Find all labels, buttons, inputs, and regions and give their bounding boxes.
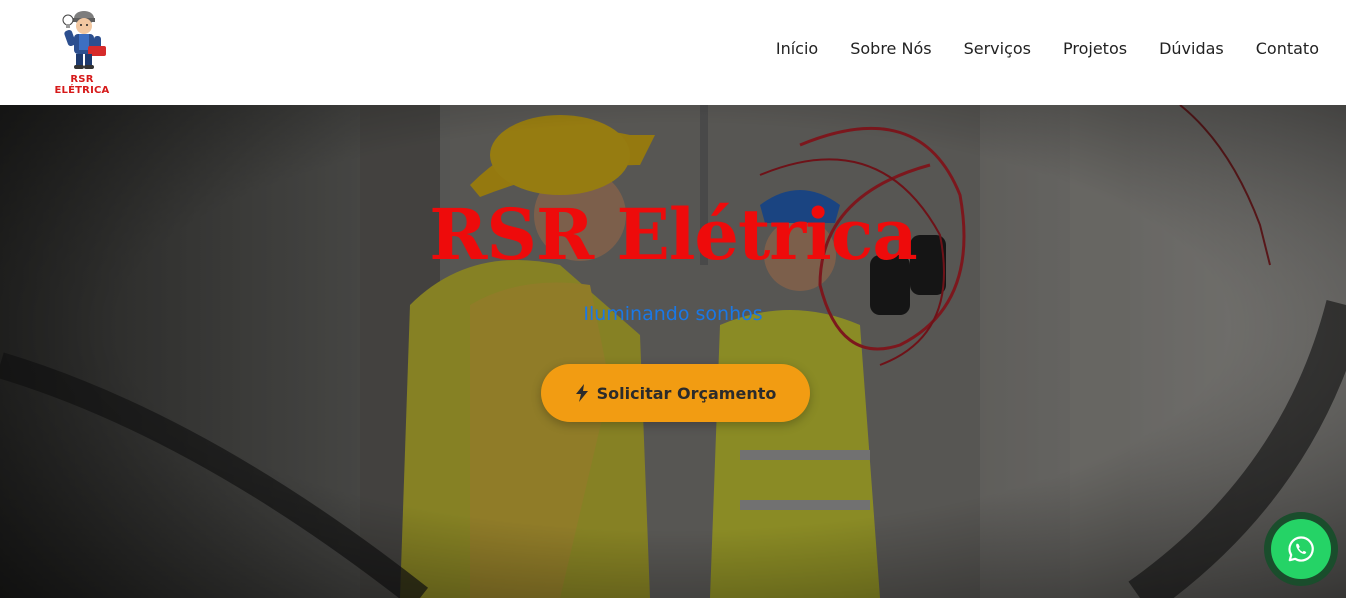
site-header: RSR ELÉTRICA Início Sobre Nós Serviços P… <box>0 0 1346 105</box>
request-quote-label: Solicitar Orçamento <box>596 383 777 403</box>
nav-item-contato[interactable]: Contato <box>1256 39 1319 58</box>
nav-item-duvidas[interactable]: Dúvidas <box>1159 39 1224 58</box>
main-nav: Início Sobre Nós Serviços Projetos Dúvid… <box>776 39 1319 58</box>
request-quote-button[interactable]: Solicitar Orçamento <box>541 364 810 422</box>
hero-subtitle: Iluminando sonhos <box>583 303 763 325</box>
electrician-mascot-icon <box>62 11 106 69</box>
bolt-icon <box>575 384 588 402</box>
logo-text: RSR ELÉTRICA <box>54 74 110 96</box>
nav-item-servicos[interactable]: Serviços <box>964 39 1031 58</box>
nav-item-projetos[interactable]: Projetos <box>1063 39 1127 58</box>
hero-dark-overlay <box>0 105 1346 598</box>
whatsapp-icon <box>1288 536 1314 562</box>
brand-logo[interactable]: RSR ELÉTRICA <box>44 8 120 96</box>
nav-item-inicio[interactable]: Início <box>776 39 818 58</box>
hero-section: RSR Elétrica Iluminando sonhos Solicitar… <box>0 105 1346 598</box>
nav-item-sobre-nos[interactable]: Sobre Nós <box>850 39 931 58</box>
hero-title: RSR Elétrica <box>429 193 918 276</box>
whatsapp-button-inner <box>1271 519 1331 579</box>
whatsapp-button[interactable] <box>1264 512 1338 586</box>
